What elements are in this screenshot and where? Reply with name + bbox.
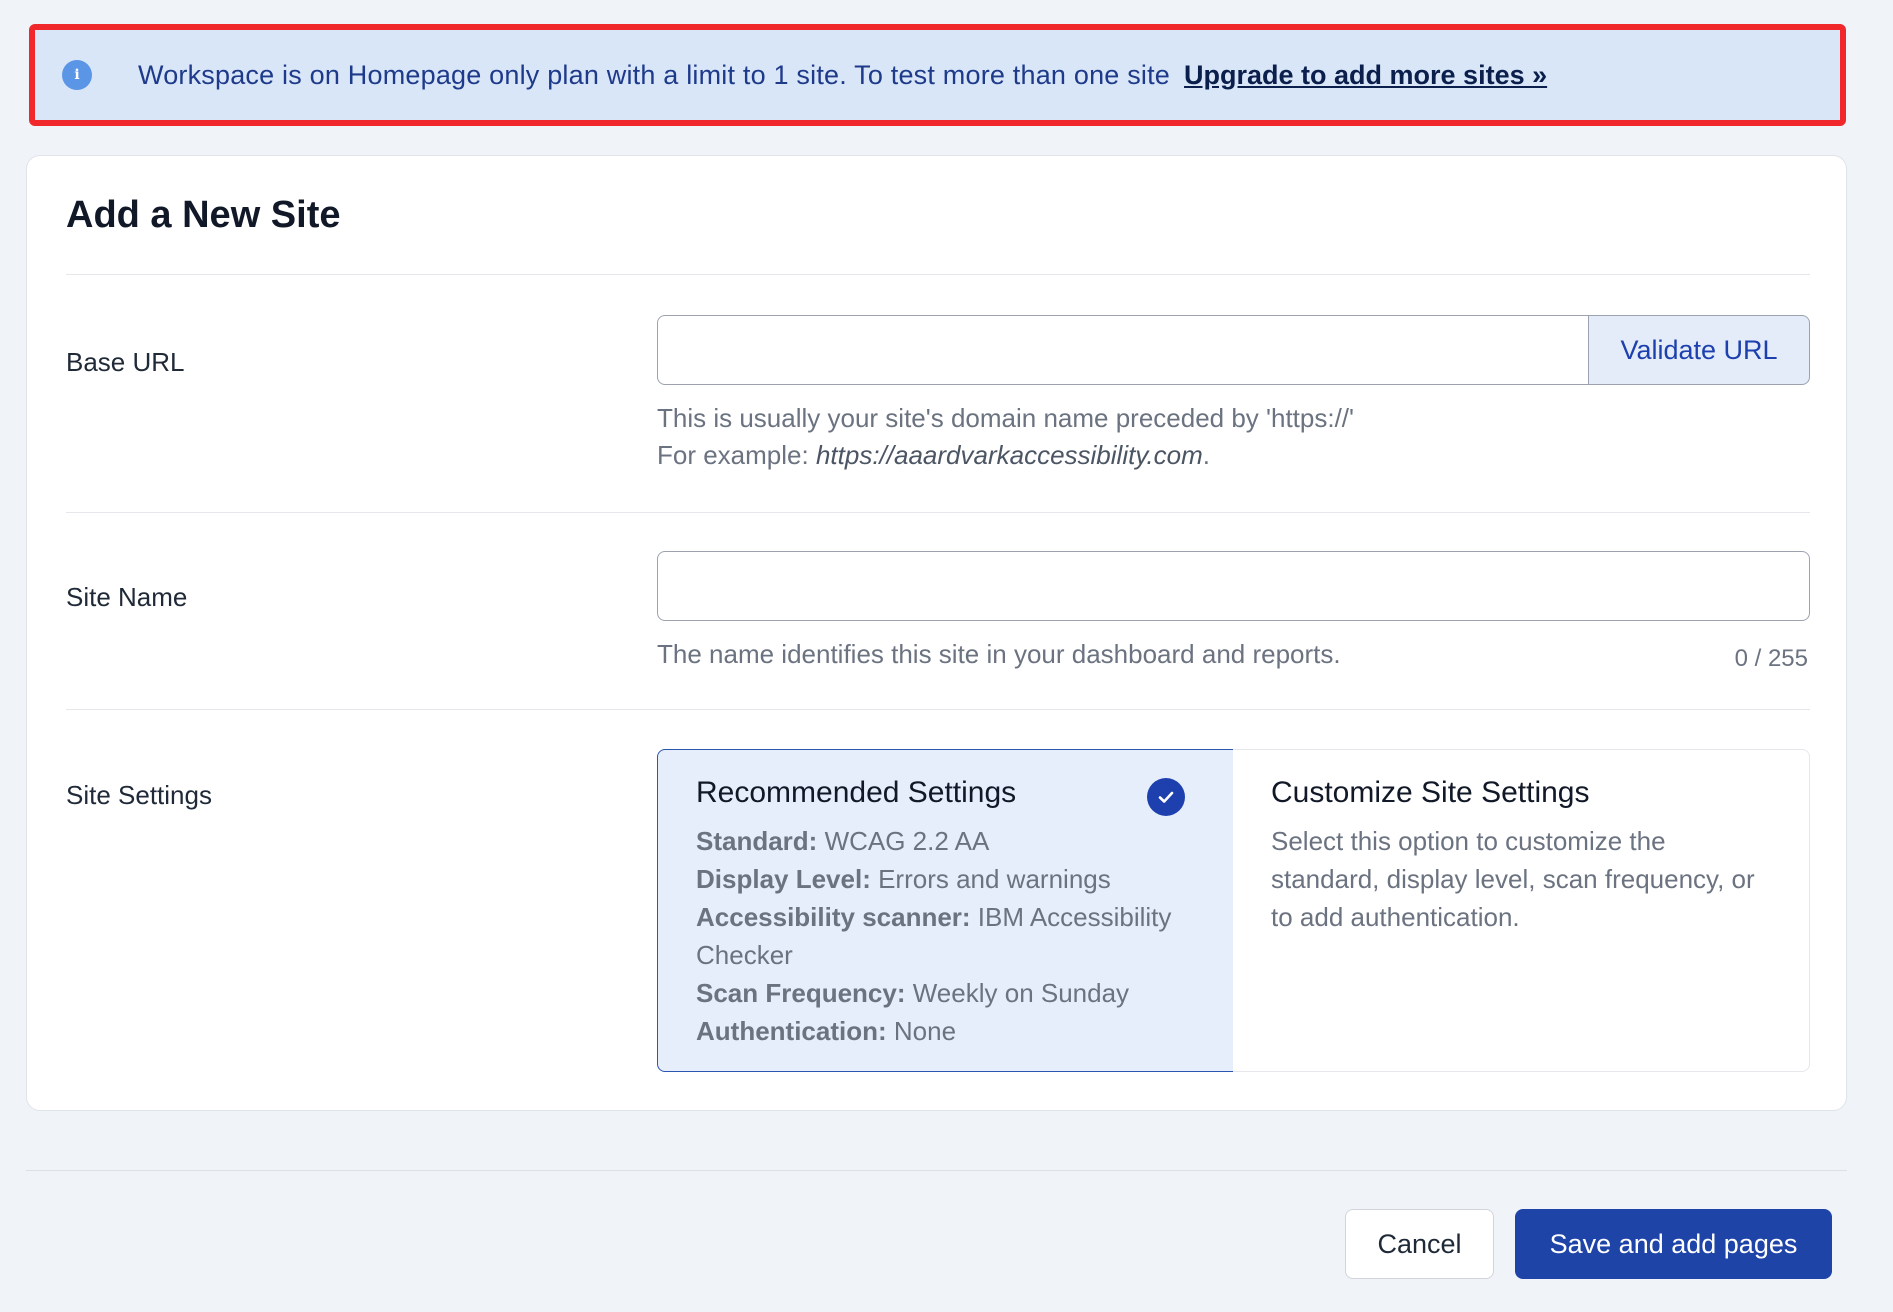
base-url-help-line: This is usually your site's domain name … — [657, 403, 1354, 433]
setting-value: Weekly on Sunday — [905, 978, 1130, 1008]
customize-settings-description: Select this option to customize the stan… — [1271, 826, 1755, 932]
customize-settings-option[interactable]: Customize Site Settings Select this opti… — [1233, 749, 1810, 1072]
plan-limit-notice: i Workspace is on Homepage only plan wit… — [29, 24, 1846, 126]
setting-key: Standard: — [696, 826, 818, 856]
checkmark-icon — [1147, 778, 1185, 816]
site-settings-label: Site Settings — [66, 780, 212, 810]
example-suffix: . — [1202, 440, 1210, 470]
page: i Workspace is on Homepage only plan wit… — [0, 0, 1893, 1312]
setting-standard: Standard: WCAG 2.2 AA — [696, 822, 1195, 860]
setting-key: Authentication: — [696, 1016, 887, 1046]
setting-value: None — [886, 1016, 957, 1046]
setting-value: Errors and warnings — [870, 864, 1111, 894]
setting-key: Scan Frequency: — [696, 978, 906, 1008]
divider — [66, 512, 1810, 513]
setting-scan-frequency: Scan Frequency: Weekly on Sunday — [696, 974, 1195, 1012]
recommended-settings-option[interactable]: Recommended Settings Standard: WCAG 2.2 … — [657, 749, 1234, 1072]
char-counter: 0 / 255 — [1734, 645, 1808, 672]
add-site-card: Add a New Site Base URL Validate URL Thi… — [26, 155, 1847, 1111]
divider — [66, 709, 1810, 710]
site-name-label: Site Name — [66, 582, 188, 612]
save-and-add-pages-button[interactable]: Save and add pages — [1515, 1209, 1832, 1279]
example-prefix: For example: — [657, 440, 816, 470]
base-url-label: Base URL — [66, 347, 185, 377]
base-url-input[interactable] — [657, 315, 1589, 385]
base-url-help: This is usually your site's domain name … — [657, 400, 1354, 474]
setting-display-level: Display Level: Errors and warnings — [696, 860, 1195, 898]
setting-key: Display Level: — [696, 864, 871, 894]
recommended-settings-title: Recommended Settings — [696, 776, 1017, 809]
notice-message: Workspace is on Homepage only plan with … — [138, 59, 1171, 90]
base-url-example: For example: https://aaardvarkaccessibil… — [657, 437, 1354, 474]
footer-divider — [26, 1170, 1847, 1171]
site-name-input[interactable] — [657, 551, 1810, 621]
example-url: https://aaardvarkaccessibility.com — [815, 440, 1203, 470]
info-icon: i — [62, 60, 92, 90]
site-name-help: The name identifies this site in your da… — [657, 639, 1341, 669]
divider — [66, 274, 1810, 275]
validate-url-button[interactable]: Validate URL — [1588, 315, 1810, 385]
setting-value: WCAG 2.2 AA — [817, 826, 990, 856]
customize-settings-title: Customize Site Settings — [1271, 776, 1590, 809]
setting-authentication: Authentication: None — [696, 1012, 1195, 1050]
cancel-button[interactable]: Cancel — [1345, 1209, 1494, 1279]
setting-scanner: Accessibility scanner: IBM Accessibility… — [696, 898, 1195, 974]
upgrade-link[interactable]: Upgrade to add more sites » — [1184, 60, 1547, 91]
page-title: Add a New Site — [66, 194, 341, 236]
setting-key: Accessibility scanner: — [696, 902, 971, 932]
